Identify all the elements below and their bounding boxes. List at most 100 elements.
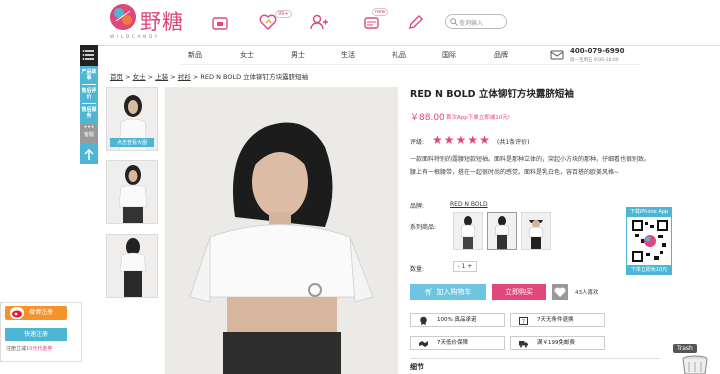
- qty-label: 数量:: [410, 266, 425, 273]
- nav-item-men[interactable]: 男士: [291, 50, 305, 60]
- menu-icon[interactable]: [80, 45, 98, 66]
- nav-divider-bottom: [180, 64, 640, 65]
- main-product-image[interactable]: [165, 87, 398, 374]
- trash-label[interactable]: Trash: [673, 344, 697, 353]
- nav-item-life[interactable]: 生活: [341, 50, 355, 60]
- product-description: 一款面料特别的露腰短款短袖。面料是那种立体的，突起小方块的那种。仔细看也很别致。…: [410, 156, 651, 176]
- qty-minus-button[interactable]: -: [458, 263, 460, 270]
- brand-link[interactable]: RED N BOLD: [450, 201, 488, 208]
- product-price: ￥88.00: [410, 113, 445, 123]
- series-item-3[interactable]: [521, 212, 551, 250]
- badge-shipping-label: 满￥199免邮费: [537, 340, 575, 346]
- series-item-1[interactable]: [453, 212, 483, 250]
- handshake-icon: [419, 341, 428, 347]
- add-to-cart-label: 加入购物车: [436, 288, 472, 296]
- heart-badge: 99+: [275, 10, 292, 18]
- sidebar-item-support[interactable]: ••• 客服: [80, 124, 98, 144]
- sidebar-item-story[interactable]: 产品故事: [80, 69, 98, 81]
- qty-plus-button[interactable]: +: [467, 263, 472, 270]
- medal-icon: [420, 316, 427, 325]
- sidebar-divider: [82, 103, 96, 104]
- breadcrumb-shirts[interactable]: 衬衫: [178, 73, 191, 81]
- view-large-caption[interactable]: 点击查看大图: [110, 138, 154, 147]
- series-item-2[interactable]: [487, 212, 517, 250]
- register-promo-prefix: 注册立减: [6, 346, 27, 352]
- svg-text:7: 7: [522, 320, 525, 326]
- calendar-icon: 7: [519, 317, 528, 326]
- rating-label: 评级:: [410, 139, 425, 146]
- star-icon: ★: [432, 133, 443, 147]
- phone-number: 400-079-6990: [570, 47, 625, 55]
- details-heading: 细节: [410, 363, 424, 371]
- star-icon: ★: [467, 133, 479, 147]
- badge-return-label: 7天无条件退换: [537, 317, 574, 323]
- sidebar-item-support-label: 客服: [83, 132, 94, 138]
- rating-stars: ★ ★ ★ ★ ★: [432, 134, 490, 146]
- search-box[interactable]: 查询输入: [445, 14, 507, 29]
- store-icon[interactable]: [210, 12, 230, 32]
- sidebar-item-reviews[interactable]: 售后评价: [80, 88, 98, 100]
- gallery-thumb-3[interactable]: [106, 234, 158, 298]
- star-icon: ★: [455, 133, 467, 147]
- heart-icon: [554, 287, 566, 297]
- weibo-register-button[interactable]: 微博注册: [5, 306, 67, 320]
- badge-price-label: 7天低价保障: [437, 340, 468, 346]
- favorite-count: 43人喜欢: [575, 290, 599, 296]
- register-promo: 注册立减10元代金券: [6, 345, 52, 352]
- trash-icon[interactable]: [680, 355, 710, 374]
- badge-shipping: 满￥199免邮费: [510, 336, 605, 350]
- quick-register-button[interactable]: 快速注册: [5, 328, 67, 341]
- logo-subtitle: WILDCANDY: [110, 35, 160, 40]
- qty-value[interactable]: 1: [462, 263, 466, 270]
- favorite-button[interactable]: [552, 284, 568, 300]
- search-placeholder: 查询输入: [459, 20, 484, 27]
- product-title: RED N BOLD 立体铆钉方块露脐短袖: [410, 89, 574, 100]
- nav-item-new[interactable]: 新品: [188, 50, 202, 60]
- quantity-stepper[interactable]: - 1 +: [453, 261, 477, 272]
- qr-code[interactable]: [632, 219, 668, 263]
- breadcrumb: 首页 > 女士 > 上装 > 衬衫 > RED N BOLD 立体铆钉方块露脐短…: [110, 73, 309, 81]
- phone-hours: 周一至周五 9:00-18:00: [570, 58, 619, 63]
- breadcrumb-current: RED N BOLD 立体铆钉方块露脐短袖: [200, 73, 309, 81]
- badge-authentic-label: 100% 真品承诺: [437, 317, 477, 323]
- app-promo-note: 首次App下单立即减10元!: [446, 115, 510, 121]
- badge-price: 7天低价保障: [410, 336, 505, 350]
- breadcrumb-home[interactable]: 首页: [110, 73, 123, 81]
- cart-icon: 🛒︎: [424, 288, 434, 296]
- gallery-thumb-2[interactable]: [106, 160, 158, 224]
- add-user-icon[interactable]: [308, 12, 328, 32]
- badge-return: 7 7天无条件退换: [510, 313, 605, 327]
- nav-divider: [80, 45, 720, 46]
- buy-now-button[interactable]: 立即购买: [492, 284, 546, 300]
- weibo-register-label: 微博注册: [29, 309, 54, 316]
- details-divider: [410, 358, 660, 359]
- search-icon[interactable]: [450, 18, 458, 26]
- sidebar-item-service[interactable]: 售后服务: [80, 107, 98, 119]
- brand-label: 品牌:: [410, 203, 425, 210]
- star-icon: ★: [443, 133, 455, 147]
- phone-icon: [550, 48, 564, 62]
- logo-text[interactable]: 野糖: [140, 6, 184, 36]
- star-icon: ★: [479, 133, 490, 147]
- breadcrumb-tops[interactable]: 上装: [155, 73, 168, 81]
- badge-authentic: 100% 真品承诺: [410, 313, 505, 327]
- back-to-top-icon[interactable]: [80, 146, 98, 164]
- edit-icon[interactable]: [405, 12, 425, 32]
- sidebar-divider: [82, 84, 96, 85]
- qr-promo: 下单立即免10元: [626, 265, 672, 275]
- nav-item-gifts[interactable]: 礼品: [392, 50, 406, 60]
- series-label: 系列商品:: [410, 224, 437, 231]
- add-to-cart-button[interactable]: 🛒︎ 加入购物车: [410, 284, 486, 300]
- nav-item-brands[interactable]: 品牌: [494, 50, 508, 60]
- breadcrumb-women[interactable]: 女士: [133, 73, 146, 81]
- qr-title: 下载iPhone App: [626, 207, 672, 217]
- nav-item-women[interactable]: 女士: [240, 50, 254, 60]
- nav-item-international[interactable]: 国际: [442, 50, 456, 60]
- message-badge: new: [372, 8, 389, 16]
- weibo-icon: [10, 307, 24, 319]
- logo-icon[interactable]: [110, 4, 136, 30]
- rating-count[interactable]: (共1条评价): [497, 137, 530, 146]
- register-promo-amount: 10元代金券: [26, 346, 53, 352]
- more-dots-icon: •••: [83, 124, 95, 131]
- truck-icon: [519, 341, 528, 348]
